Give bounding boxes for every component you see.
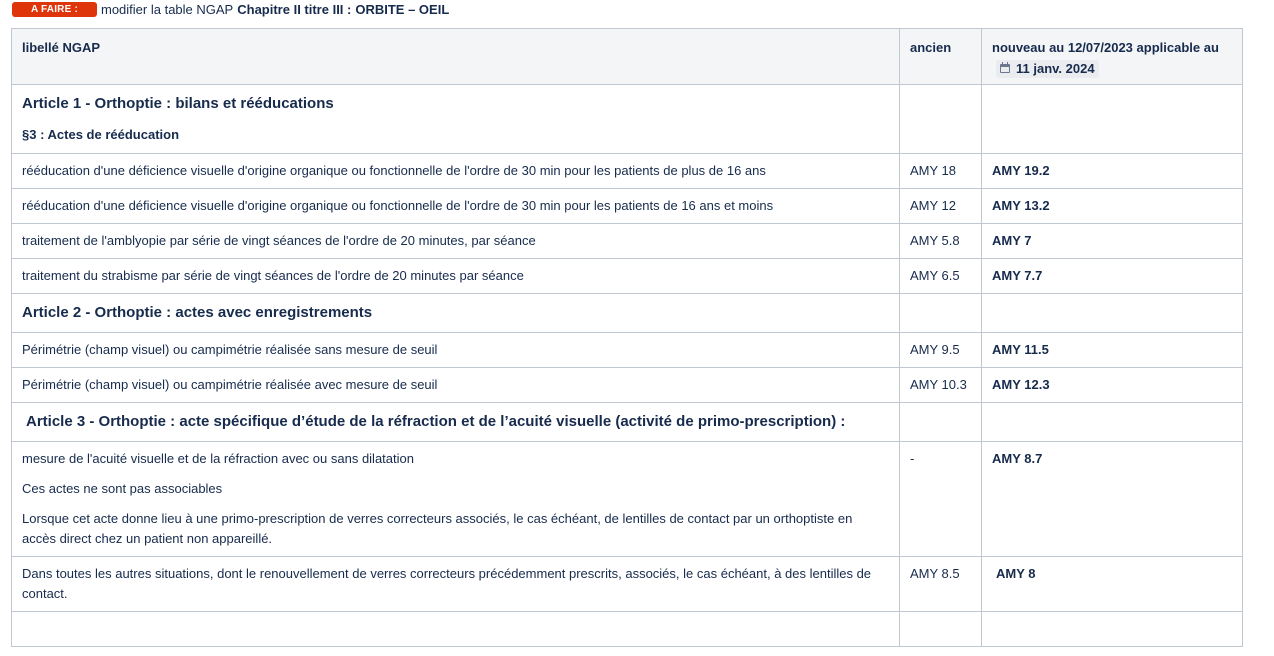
ngap-table: libellé NGAP ancien nouveau au 12/07/202… bbox=[11, 28, 1243, 647]
act-label: rééducation d'une déficience visuelle d'… bbox=[22, 163, 766, 178]
empty-cell bbox=[899, 402, 982, 442]
old-value: AMY 10.3 bbox=[910, 377, 967, 392]
subject-text: ORBITE – OEIL bbox=[355, 1, 450, 17]
article-row: Article 3 - Orthoptie : acte spécifique … bbox=[11, 402, 1243, 442]
old-value: AMY 18 bbox=[910, 163, 957, 178]
empty-cell bbox=[899, 293, 982, 333]
table-row: rééducation d'une déficience visuelle d'… bbox=[11, 153, 1243, 189]
status-badge: A FAIRE : bbox=[12, 1, 97, 17]
empty-cell bbox=[899, 84, 982, 154]
act-label: Dans toutes les autres situations, dont … bbox=[22, 566, 872, 601]
act-label: traitement de l'amblyopie par série de v… bbox=[22, 233, 536, 248]
empty-row bbox=[11, 611, 1243, 647]
table-row: Périmétrie (champ visuel) ou campimétrie… bbox=[11, 332, 1243, 368]
act-label: traitement du strabisme par série de vin… bbox=[22, 268, 524, 283]
date-chip-text: 11 janv. 2024 bbox=[1016, 60, 1095, 76]
old-value: AMY 12 bbox=[910, 198, 957, 213]
col-header-new: nouveau au 12/07/2023 applicable au 11 j… bbox=[981, 28, 1243, 85]
new-value: AMY 11.5 bbox=[992, 342, 1049, 357]
new-value: AMY 13.2 bbox=[992, 198, 1050, 213]
article-row: Article 2 - Orthoptie : actes avec enreg… bbox=[11, 293, 1243, 333]
act-note: Lorsque cet acte donne lieu à une primo-… bbox=[22, 511, 853, 546]
empty-cell bbox=[981, 293, 1243, 333]
new-value: AMY 8.7 bbox=[992, 451, 1043, 466]
article-row: Article 1 - Orthoptie : bilans et rééduc… bbox=[11, 84, 1243, 154]
article-title: Article 1 - Orthoptie : bilans et rééduc… bbox=[22, 95, 334, 112]
table-row: traitement de l'amblyopie par série de v… bbox=[11, 223, 1243, 259]
empty-cell[interactable] bbox=[899, 611, 982, 647]
article-title: Article 2 - Orthoptie : actes avec enreg… bbox=[22, 304, 373, 321]
new-value: AMY 19.2 bbox=[992, 163, 1050, 178]
old-value: AMY 6.5 bbox=[910, 268, 960, 283]
table-row: Périmétrie (champ visuel) ou campimétrie… bbox=[11, 367, 1243, 403]
col-header-new-text: nouveau au 12/07/2023 applicable au bbox=[992, 40, 1219, 55]
old-value: AMY 8.5 bbox=[910, 566, 960, 581]
new-value: AMY 7 bbox=[992, 233, 1032, 248]
act-label: Périmétrie (champ visuel) ou campimétrie… bbox=[22, 342, 438, 357]
act-label: mesure de l'acuité visuelle et de la réf… bbox=[22, 451, 414, 466]
new-value: AMY 7.7 bbox=[992, 268, 1043, 283]
task-header: A FAIRE : modifier la table NGAP Chapitr… bbox=[12, 0, 449, 18]
old-value: AMY 5.8 bbox=[910, 233, 960, 248]
col-header-old: ancien bbox=[899, 28, 982, 85]
calendar-icon bbox=[1000, 62, 1010, 74]
act-label: Périmétrie (champ visuel) ou campimétrie… bbox=[22, 377, 438, 392]
table-row: mesure de l'acuité visuelle et de la réf… bbox=[11, 441, 1243, 557]
chapter-text: Chapitre II titre III : bbox=[237, 1, 352, 17]
table-row: rééducation d'une déficience visuelle d'… bbox=[11, 188, 1243, 224]
empty-cell[interactable] bbox=[981, 611, 1243, 647]
act-label: rééducation d'une déficience visuelle d'… bbox=[22, 198, 774, 213]
old-value: AMY 9.5 bbox=[910, 342, 960, 357]
empty-cell bbox=[981, 84, 1243, 154]
empty-cell[interactable] bbox=[11, 611, 900, 647]
empty-cell bbox=[981, 402, 1243, 442]
article-title: Article 3 - Orthoptie : acte spécifique … bbox=[26, 413, 846, 430]
section-subtitle: §3 : Actes de rééducation bbox=[22, 127, 180, 142]
act-note: Ces actes ne sont pas associables bbox=[22, 481, 223, 496]
article-cell: Article 1 - Orthoptie : bilans et rééduc… bbox=[11, 84, 900, 154]
table-header-row: libellé NGAP ancien nouveau au 12/07/202… bbox=[11, 28, 1243, 85]
table-row: traitement du strabisme par série de vin… bbox=[11, 258, 1243, 294]
table-row: Dans toutes les autres situations, dont … bbox=[11, 556, 1243, 612]
date-chip[interactable]: 11 janv. 2024 bbox=[996, 59, 1099, 78]
col-header-label: libellé NGAP bbox=[11, 28, 900, 85]
task-intro-text: modifier la table NGAP bbox=[101, 1, 234, 17]
old-value: - bbox=[910, 451, 915, 466]
new-value: AMY 8 bbox=[996, 566, 1036, 581]
new-value: AMY 12.3 bbox=[992, 377, 1050, 392]
